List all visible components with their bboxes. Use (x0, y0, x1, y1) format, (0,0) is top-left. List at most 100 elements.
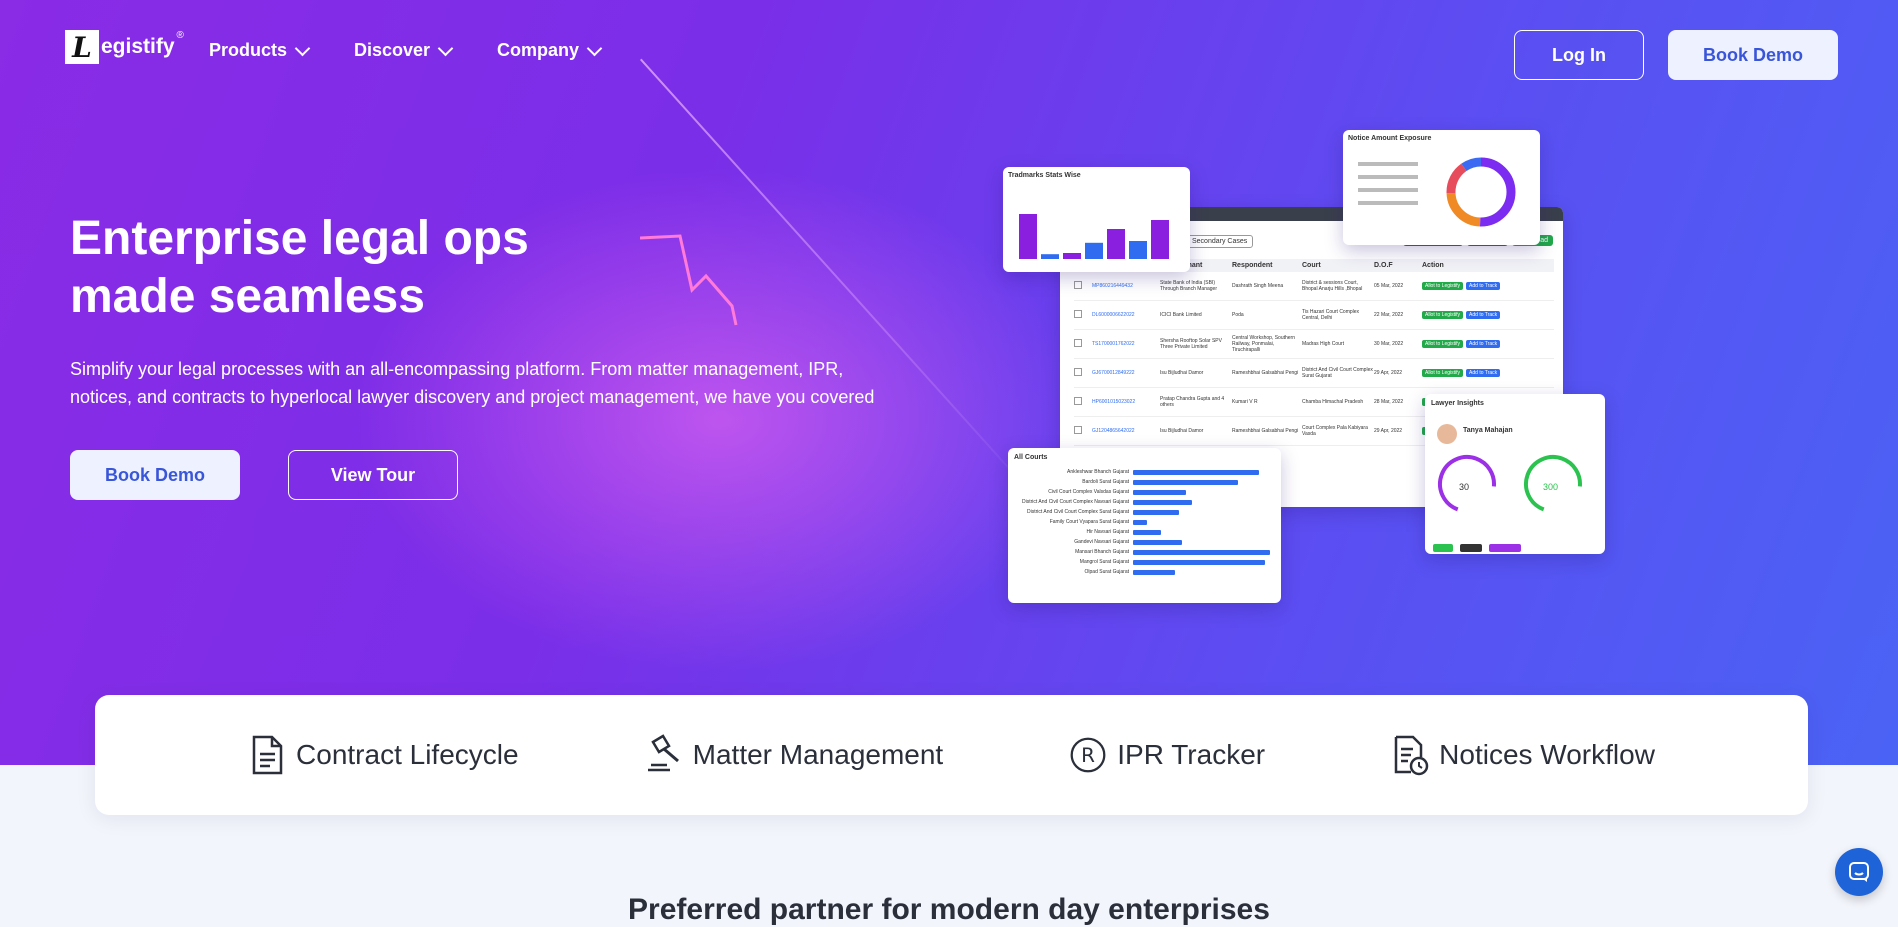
court-bar-row: Family Court Vyapara Surat Gujarat (1014, 517, 1275, 527)
court-bar (1133, 529, 1161, 535)
chart-bar (1063, 253, 1081, 259)
row-action-button[interactable]: Allot to Legistify (1422, 311, 1464, 319)
row-action-button[interactable]: Allot to Legistify (1422, 340, 1464, 348)
lawyer-gauges (1433, 455, 1582, 552)
notice-exposure-card: Notice Amount Exposure (1343, 130, 1540, 245)
row-action-button[interactable]: Add to Track (1466, 311, 1501, 319)
row-action-button[interactable]: Add to Track (1466, 369, 1501, 377)
svg-text:R: R (1081, 744, 1095, 767)
feature-notices-workflow[interactable]: Notices Workflow (1391, 734, 1655, 776)
table-cell[interactable]: HP6001015023022 (1092, 399, 1160, 405)
trademarks-bar-chart (1019, 214, 1169, 259)
court-bar-row: Bardoli Surat Gujarat (1014, 477, 1275, 487)
table-cell: Chamba Himachal Pradesh (1302, 399, 1364, 405)
chart-bar (1085, 242, 1103, 259)
row-actions: Allot to LegistifyAdd to Track (1422, 340, 1501, 348)
partner-heading: Preferred partner for modern day enterpr… (628, 893, 1270, 926)
court-label: District And Civil Court Complex Navsari… (1022, 499, 1129, 505)
feature-contract-lifecycle[interactable]: Contract Lifecycle (248, 734, 519, 776)
table-cell[interactable]: GJ1204865642022 (1092, 428, 1160, 434)
lawyer-insights-title: Lawyer Insights (1431, 400, 1484, 407)
court-label: Family Court Vyapara Surat Gujarat (1049, 519, 1129, 525)
feature-bar: Contract Lifecycle Matter Management R I… (95, 695, 1808, 815)
table-cell[interactable]: GJ6700012849222 (1092, 370, 1160, 376)
court-bar-row: Mansari Bhanch Gujarat (1014, 547, 1275, 557)
row-action-button[interactable]: Allot to Legistify (1422, 369, 1464, 377)
table-header-cell: D.O.F (1374, 262, 1393, 269)
table-cell: State Bank of India (SBI) Through Branch… (1160, 280, 1217, 292)
feature-label: Notices Workflow (1439, 739, 1655, 770)
court-label: Mangrol Surat Gujarat (1079, 559, 1129, 565)
court-bar (1133, 469, 1259, 475)
court-label: District And Civil Court Complex Surat G… (1027, 509, 1129, 515)
court-label: Bardoli Surat Gujarat (1082, 479, 1129, 485)
notice-clock-icon (1394, 735, 1429, 776)
table-cell[interactable]: TS1700001762022 (1092, 341, 1160, 347)
table-cell[interactable]: DL6000006622022 (1092, 312, 1160, 318)
row-checkbox[interactable] (1074, 310, 1092, 320)
court-label: Gandevi Navsari Gujarat (1074, 539, 1129, 545)
trademarks-chart-title: Tradmarks Stats Wise (1008, 172, 1081, 179)
table-cell: District And Civil Court Complex Surat G… (1302, 367, 1373, 379)
feature-ipr-tracker[interactable]: R IPR Tracker (1069, 734, 1265, 776)
chart-bar (1107, 229, 1125, 259)
lawyer-name: Tanya Mahajan (1463, 427, 1513, 434)
all-courts-title: All Courts (1014, 454, 1048, 461)
table-cell[interactable]: MP860216449432 (1092, 283, 1160, 289)
court-label: Hir Navsari Gujarat (1086, 529, 1129, 535)
login-button[interactable]: Log In (1514, 30, 1644, 80)
table-row: MP860216449432 State Bank of India (SBI) … (1074, 272, 1554, 301)
nav-company[interactable]: Company (497, 40, 603, 61)
row-action-button[interactable]: Add to Track (1466, 282, 1501, 290)
row-checkbox[interactable] (1074, 397, 1092, 407)
notice-exposure-title: Notice Amount Exposure (1348, 135, 1432, 142)
court-bar (1133, 549, 1271, 555)
row-checkbox[interactable] (1074, 368, 1092, 378)
row-action-button[interactable]: Allot to Legistify (1422, 282, 1464, 290)
lawyer-total-count: 300 (1543, 482, 1559, 492)
chevron-down-icon (294, 40, 311, 56)
top-nav: L egistify ® Products Discover Company L… (0, 0, 1898, 110)
view-tour-button[interactable]: View Tour (288, 450, 458, 500)
table-cell: Poda (1232, 312, 1244, 318)
table-cell: 29 Apr, 2022 (1374, 428, 1403, 434)
court-bar (1133, 559, 1265, 565)
feature-label: Contract Lifecycle (296, 739, 519, 770)
row-actions: Allot to LegistifyAdd to Track (1422, 311, 1501, 319)
chat-launcher-button[interactable] (1835, 848, 1883, 896)
table-cell: District & sessions Court, Bhopal Anarju… (1302, 280, 1363, 292)
table-cell: ICICI Bank Limited (1160, 312, 1202, 318)
book-demo-button[interactable]: Book Demo (70, 450, 240, 500)
court-bar (1133, 519, 1147, 525)
table-cell: Madras High Court (1302, 341, 1344, 347)
table-cell: Rameshbhai Galsabhai Pengi (1232, 428, 1299, 434)
row-checkbox[interactable] (1074, 426, 1092, 436)
feature-matter-management[interactable]: Matter Management (645, 734, 943, 776)
table-cell: Pratap Chandra Gupta and 4 others (1160, 396, 1225, 408)
row-checkbox[interactable] (1074, 281, 1092, 291)
nav-products[interactable]: Products (209, 40, 311, 61)
row-actions: Allot to LegistifyAdd to Track (1422, 369, 1501, 377)
legistify-logo[interactable]: L egistify ® (65, 30, 184, 64)
court-label: Mansari Bhanch Gujarat (1075, 549, 1129, 555)
table-row: GJ6700012849222 Isu Bijludhai Damor Ramesh… (1074, 359, 1554, 388)
row-checkbox[interactable] (1074, 339, 1092, 349)
nav-products-label: Products (209, 40, 288, 60)
chevron-down-icon (437, 40, 454, 56)
table-cell: 28 Mar, 2022 (1374, 399, 1404, 405)
table-cell: Rameshbhai Galsabhai Pengi (1232, 370, 1299, 376)
all-courts-card: All Courts Ankleshwar Bhanch Gujarat Bard… (1008, 448, 1281, 603)
registered-icon: R (1070, 737, 1106, 773)
hero-headline: Enterprise legal ops made seamless (70, 212, 529, 323)
court-bar (1133, 499, 1192, 505)
chat-icon (1849, 862, 1869, 882)
avatar (1437, 424, 1457, 444)
book-demo-nav-button[interactable]: Book Demo (1668, 30, 1838, 80)
court-bar-row: District And Civil Court Complex Navsari… (1014, 497, 1275, 507)
table-cell: Court Complex Pala Kabiyara Vasda (1302, 425, 1368, 437)
decorative-zigzag (640, 234, 738, 326)
nav-discover[interactable]: Discover (354, 40, 454, 61)
hero-subtext: Simplify your legal processes with an al… (70, 359, 875, 407)
row-action-button[interactable]: Add to Track (1466, 340, 1501, 348)
table-cell: Isu Bijludhai Damor (1160, 428, 1204, 434)
